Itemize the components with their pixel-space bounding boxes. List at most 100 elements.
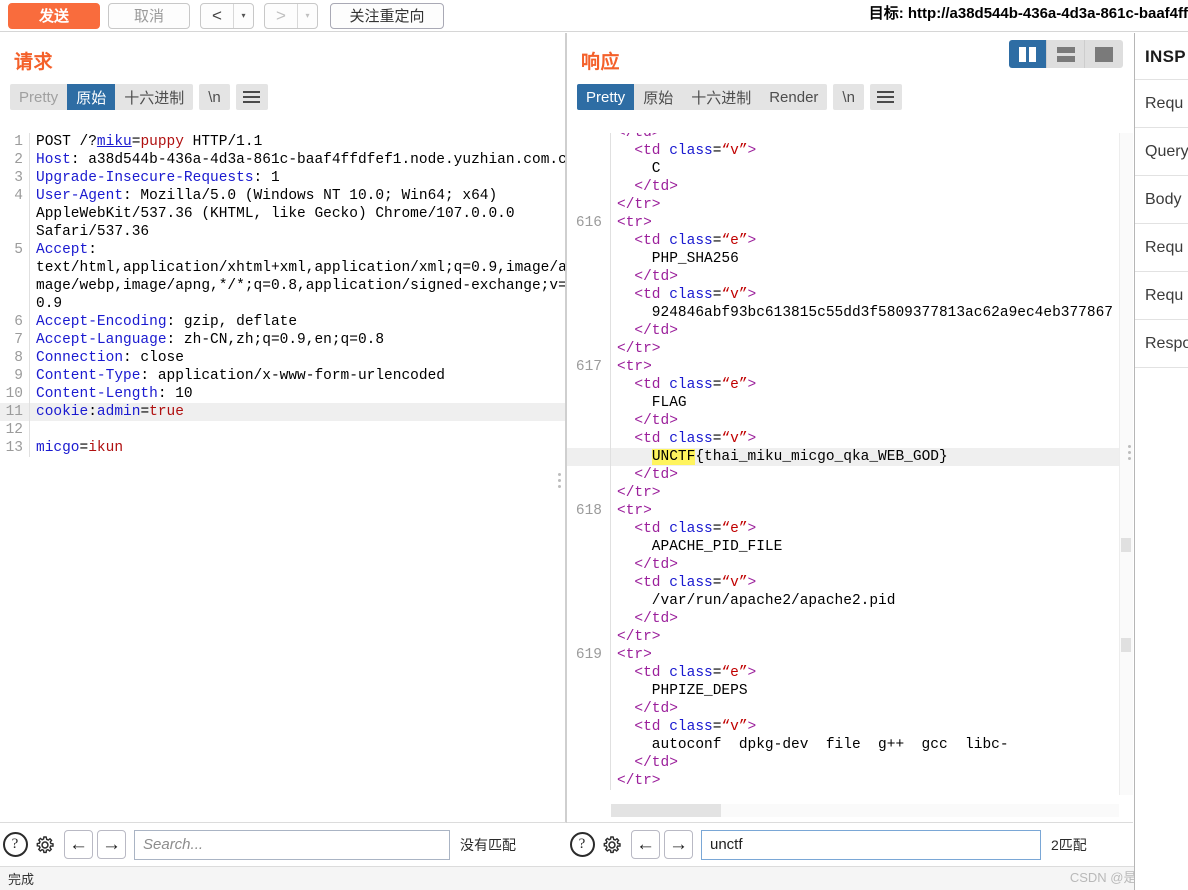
line-number <box>567 574 611 592</box>
code-line: AppleWebKit/537.36 (KHTML, like Gecko) C… <box>0 205 565 223</box>
code-line-text: Host: a38d544b-436a-4d3a-861c-baaf4ffdfe… <box>36 152 565 168</box>
tab-response-raw[interactable]: 原始 <box>634 84 683 110</box>
code-line-text: POST /?miku=puppy HTTP/1.1 <box>36 134 263 150</box>
response-vertical-scrollbar[interactable] <box>1119 133 1133 795</box>
code-line: 5 Accept: <box>0 241 565 259</box>
view-mode-split-horizontal-button[interactable] <box>1047 40 1085 68</box>
inspector-row-query-parameters[interactable]: Query <box>1135 127 1188 175</box>
send-button[interactable]: 发送 <box>8 2 100 29</box>
single-pane-icon <box>1095 46 1113 62</box>
request-menu-button[interactable] <box>235 84 268 110</box>
gear-icon <box>603 835 621 853</box>
inspector-row-request-headers[interactable]: Requ <box>1135 271 1188 319</box>
code-line: </tr> <box>567 196 1119 214</box>
tab-response-hex[interactable]: 十六进制 <box>682 84 761 110</box>
tab-request-hex[interactable]: 十六进制 <box>115 84 194 110</box>
code-line-text: <td class=“e”> <box>634 665 757 681</box>
response-drag-handle[interactable] <box>1127 445 1131 460</box>
code-line: 616 <tr> <box>567 214 1119 232</box>
response-scroll-thumb-lower[interactable] <box>1121 638 1131 652</box>
code-line-text: mage/webp,image/apng,*/*;q=0.8,applicati… <box>36 278 565 294</box>
code-line-text: Accept: <box>36 242 97 258</box>
arrow-left-icon: ← <box>636 833 655 855</box>
request-search-prev-button[interactable]: ← <box>64 830 93 859</box>
line-number: 10 <box>0 385 30 403</box>
inspector-panel: INSP Requ Query Body Requ Requ Respo <box>1134 33 1188 890</box>
view-mode-split-vertical-button[interactable] <box>1009 40 1047 68</box>
request-code-area[interactable]: 1 POST /?miku=puppy HTTP/1.1 2 Host: a38d54… <box>0 133 565 795</box>
tab-response-render[interactable]: Render <box>760 84 828 110</box>
line-number <box>567 250 611 268</box>
code-line: <td class=“v”> <box>567 430 1119 448</box>
line-number: 6 <box>0 313 30 331</box>
tab-request-raw[interactable]: 原始 <box>67 84 116 110</box>
line-number <box>0 277 30 295</box>
response-settings-button[interactable] <box>597 830 627 860</box>
request-search-next-button[interactable]: → <box>97 830 126 859</box>
tab-response-pretty[interactable]: Pretty <box>577 84 635 110</box>
request-search-input[interactable] <box>134 829 450 860</box>
inspector-row-response-headers[interactable]: Respo <box>1135 319 1188 367</box>
response-help-button[interactable]: ? <box>567 830 597 860</box>
chevron-down-icon-next[interactable]: ▾ <box>297 3 317 28</box>
response-code-area[interactable]: </td> <td class=“v”> C </td> </tr> 616 <tr>… <box>567 133 1119 795</box>
tab-response-newline[interactable]: \n <box>833 84 864 110</box>
code-line: 4 User-Agent: Mozilla/5.0 (Windows NT 10.… <box>0 187 565 205</box>
inspector-row-request-attributes[interactable]: Requ <box>1135 79 1188 127</box>
follow-redirect-button[interactable]: 关注重定向 <box>330 2 444 29</box>
chevron-right-icon[interactable]: > <box>265 4 297 28</box>
chevron-left-icon[interactable]: < <box>201 4 233 28</box>
response-menu-button[interactable] <box>869 84 902 110</box>
code-line: <td class=“v”> <box>567 718 1119 736</box>
line-number: 619 <box>567 646 611 664</box>
code-line: 3 Upgrade-Insecure-Requests: 1 <box>0 169 565 187</box>
request-drag-handle[interactable] <box>557 473 561 488</box>
status-text: 完成 <box>8 872 35 887</box>
request-settings-button[interactable] <box>30 830 60 860</box>
line-number <box>567 286 611 304</box>
code-line: </td> <box>567 412 1119 430</box>
view-mode-single-button[interactable] <box>1085 40 1123 68</box>
line-number <box>567 754 611 772</box>
response-horizontal-scrollbar[interactable] <box>611 804 1119 817</box>
response-scroll-thumb-upper[interactable] <box>1121 538 1131 552</box>
code-line: <td class=“v”> <box>567 286 1119 304</box>
response-hscroll-thumb[interactable] <box>611 804 721 817</box>
request-help-button[interactable]: ? <box>0 830 30 860</box>
target-url-label: 目标: http://a38d544b-436a-4d3a-861c-baaf4… <box>868 5 1188 22</box>
code-line: <td class=“e”> <box>567 664 1119 682</box>
cancel-button[interactable]: 取消 <box>108 2 190 29</box>
line-number <box>567 376 611 394</box>
tab-request-pretty[interactable]: Pretty <box>10 84 68 110</box>
line-number <box>567 556 611 574</box>
history-prev-split-button[interactable]: < ▾ <box>200 2 254 29</box>
code-line-text: </tr> <box>617 197 661 213</box>
line-number: 12 <box>0 421 30 439</box>
request-tabstrip: Pretty 原始 十六进制 \n <box>0 74 565 110</box>
response-search-next-button[interactable]: → <box>664 830 693 859</box>
arrow-left-icon: ← <box>69 833 88 855</box>
code-line-text: <tr> <box>617 503 652 519</box>
code-line-text: APACHE_PID_FILE <box>617 539 783 555</box>
chevron-down-icon[interactable]: ▾ <box>233 3 253 28</box>
line-number: 3 <box>0 169 30 187</box>
line-number <box>567 394 611 412</box>
line-number <box>567 448 611 466</box>
line-number: 7 <box>0 331 30 349</box>
history-next-split-button[interactable]: > ▾ <box>264 2 318 29</box>
response-search-prev-button[interactable]: ← <box>631 830 660 859</box>
code-line: APACHE_PID_FILE <box>567 538 1119 556</box>
line-number <box>567 718 611 736</box>
inspector-row-body-parameters[interactable]: Body <box>1135 175 1188 223</box>
inspector-row-request-cookies[interactable]: Requ <box>1135 223 1188 271</box>
response-search-bar: ? ← → 2匹配 <box>567 822 1133 866</box>
response-search-input[interactable] <box>701 829 1041 860</box>
tab-request-newline[interactable]: \n <box>199 84 230 110</box>
line-number <box>567 466 611 484</box>
code-line-text: <tr> <box>617 359 652 375</box>
line-number: 5 <box>0 241 30 259</box>
response-view-mode-group <box>1009 40 1123 68</box>
line-number <box>567 610 611 628</box>
line-number: 13 <box>0 439 30 457</box>
arrow-right-icon: → <box>102 833 121 855</box>
